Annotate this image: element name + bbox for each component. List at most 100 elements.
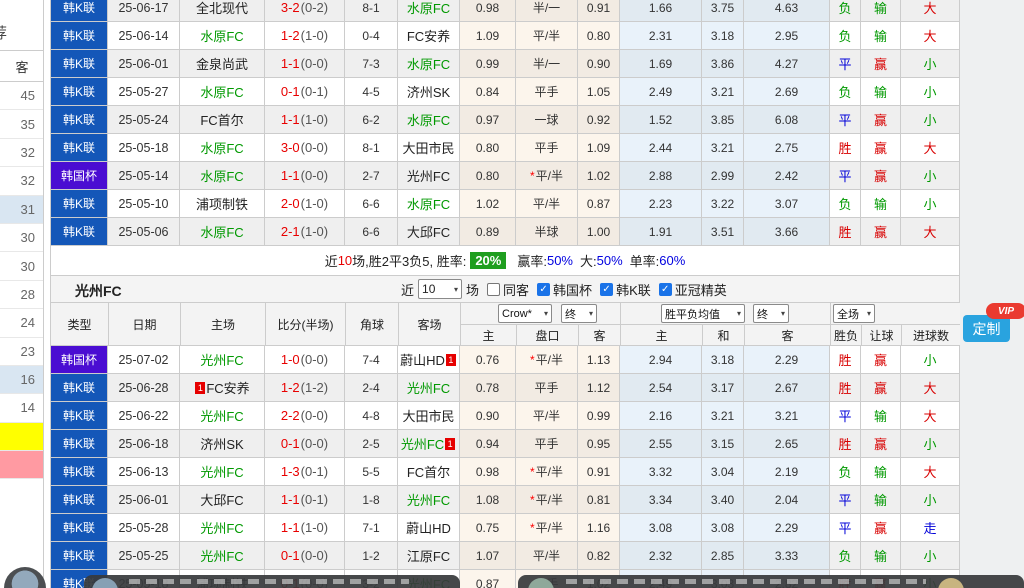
eu-away-odds: 2.04	[744, 486, 830, 514]
handicap-text: 平/半	[533, 195, 560, 212]
euro-time-select[interactable]: 终▾	[753, 304, 789, 323]
ah-home-odds: 0.76	[460, 346, 516, 374]
eu-draw-odds: 3.18	[702, 346, 744, 374]
halftime-score: (1-0)	[301, 224, 328, 239]
result-goals: 小	[901, 50, 960, 78]
left-panel-away-header: 客	[0, 50, 44, 82]
corners: 6-6	[345, 190, 398, 218]
eu-home-odds: 2.49	[620, 78, 702, 106]
checkbox-unchecked[interactable]	[487, 283, 500, 296]
result-handicap: 赢	[861, 106, 901, 134]
team-name: 水原FC	[200, 82, 243, 101]
handicap-text: 平手	[534, 83, 558, 100]
ah-home-odds: 0.98	[460, 0, 516, 22]
eu-draw-odds: 3.08	[702, 514, 744, 542]
highlight-pink-row	[0, 451, 44, 479]
chevron-down-icon: ▾	[589, 309, 593, 318]
taskbar-window-preview[interactable]	[518, 575, 1024, 588]
checkbox-checked[interactable]: ✓	[600, 283, 613, 296]
result-handicap: 赢	[861, 134, 901, 162]
ah-time-select[interactable]: 终▾	[561, 304, 597, 323]
match-row: 韩K联25-05-10浦项制铁2-0(1-0)6-6水原FC1.02平/半0.8…	[50, 190, 960, 218]
corners: 4-8	[345, 402, 398, 430]
customize-button[interactable]: 定制	[963, 315, 1010, 342]
period-select[interactable]: 全场▾	[833, 304, 875, 323]
result-wdl: 平	[830, 514, 861, 542]
checkbox-label: 同客	[503, 280, 529, 299]
handicap: *平/半	[516, 514, 578, 542]
corners: 2-7	[345, 162, 398, 190]
league-badge: 韩K联	[50, 0, 108, 22]
match-history-panel: 韩K联25-06-17全北现代3-2(0-2)8-1水原FC0.98半/一0.9…	[50, 0, 960, 588]
col-corner: 角球	[346, 303, 399, 346]
match-away-team: 大邱FC	[398, 218, 460, 246]
match-away-team: 大田市民	[398, 402, 460, 430]
result-handicap: 输	[861, 542, 901, 570]
match-date: 25-06-18	[108, 430, 180, 458]
result-wdl: 负	[830, 22, 861, 50]
eu-home-odds: 3.34	[620, 486, 702, 514]
eu-draw-odds: 3.86	[702, 50, 744, 78]
sub-col-goals: 进球数	[902, 325, 961, 346]
page: 荐 客 453532323130302824231614 韩K联25-06-17…	[0, 0, 1024, 588]
result-wdl: 胜	[830, 134, 861, 162]
team-name: 水原FC	[200, 222, 243, 241]
fulltime-score: 0-1	[281, 436, 300, 451]
table2-header: 类型 日期 主场 比分(半场) 角球 客场 Crow*▾ 终▾ 胜平负均值▾ 终…	[50, 303, 960, 346]
team-name: 水原FC	[407, 0, 450, 17]
recent-count-select[interactable]: 10▾	[418, 279, 462, 299]
league-badge: 韩K联	[50, 374, 108, 402]
result-goals: 走	[901, 514, 960, 542]
score: 1-1(0-1)	[265, 486, 345, 514]
section-team-name: 光州FC	[75, 281, 122, 301]
checkbox-checked[interactable]: ✓	[659, 283, 672, 296]
ah-home-odds: 1.02	[460, 190, 516, 218]
team-name: 全北现代	[196, 0, 248, 17]
fulltime-score: 1-2	[281, 380, 300, 395]
match-away-team: 江原FC	[398, 542, 460, 570]
team-name: 水原FC	[407, 194, 450, 213]
team-name: 光州FC	[200, 462, 243, 481]
handicap: 平/半	[516, 190, 578, 218]
summary-big-value: 50%	[597, 253, 623, 268]
fulltime-score: 0-1	[281, 84, 300, 99]
team-name: FC首尔	[200, 110, 243, 129]
score: 0-1(0-1)	[265, 78, 345, 106]
team-name: 江原FC	[407, 546, 450, 565]
handicap: *平/半	[516, 346, 578, 374]
corners: 2-4	[345, 374, 398, 402]
league-badge: 韩K联	[50, 430, 108, 458]
fulltime-score: 1-3	[281, 464, 300, 479]
team-name: 光州FC	[407, 490, 450, 509]
corners: 0-4	[345, 22, 398, 50]
halftime-score: (0-1)	[301, 84, 328, 99]
taskbar-window-preview[interactable]	[84, 575, 460, 588]
checkbox-checked[interactable]: ✓	[537, 283, 550, 296]
match-home-team: 水原FC	[180, 162, 265, 190]
odds-value: 35	[21, 117, 35, 132]
result-goals: 小	[901, 346, 960, 374]
vip-badge: VIP	[986, 303, 1024, 319]
bookmaker-select[interactable]: Crow*▾	[498, 304, 552, 323]
result-handicap: 输	[861, 458, 901, 486]
match-row: 韩K联25-05-18水原FC3-0(0-0)8-1大田市民0.80平手1.09…	[50, 134, 960, 162]
odds-value: 30	[21, 259, 35, 274]
euro-average-select[interactable]: 胜平负均值▾	[661, 304, 745, 323]
match-home-team: 光州FC	[180, 402, 265, 430]
fulltime-score: 2-2	[281, 408, 300, 423]
result-goals: 小	[901, 106, 960, 134]
match-row: 韩K联25-06-14水原FC1-2(1-0)0-4FC安养1.09平/半0.8…	[50, 22, 960, 50]
match-row: 韩K联25-05-27水原FC0-1(0-1)4-5济州SK0.84平手1.05…	[50, 78, 960, 106]
match-home-team: 济州SK	[180, 430, 265, 458]
checkbox-label: 韩国杯	[553, 280, 592, 299]
team-name: 浦项制铁	[196, 194, 248, 213]
team-name: 大田市民	[402, 406, 454, 425]
euro-average-select-value: 胜平负均值	[665, 306, 720, 322]
league-badge: 韩K联	[50, 50, 108, 78]
match-away-team: FC首尔	[398, 458, 460, 486]
match-row: 韩国杯25-05-14水原FC1-1(0-0)2-7光州FC0.80*平/半1.…	[50, 162, 960, 190]
halftime-score: (0-0)	[301, 56, 328, 71]
result-handicap: 输	[861, 190, 901, 218]
left-odds-row: 14	[0, 394, 44, 422]
eu-home-odds: 2.54	[620, 374, 702, 402]
